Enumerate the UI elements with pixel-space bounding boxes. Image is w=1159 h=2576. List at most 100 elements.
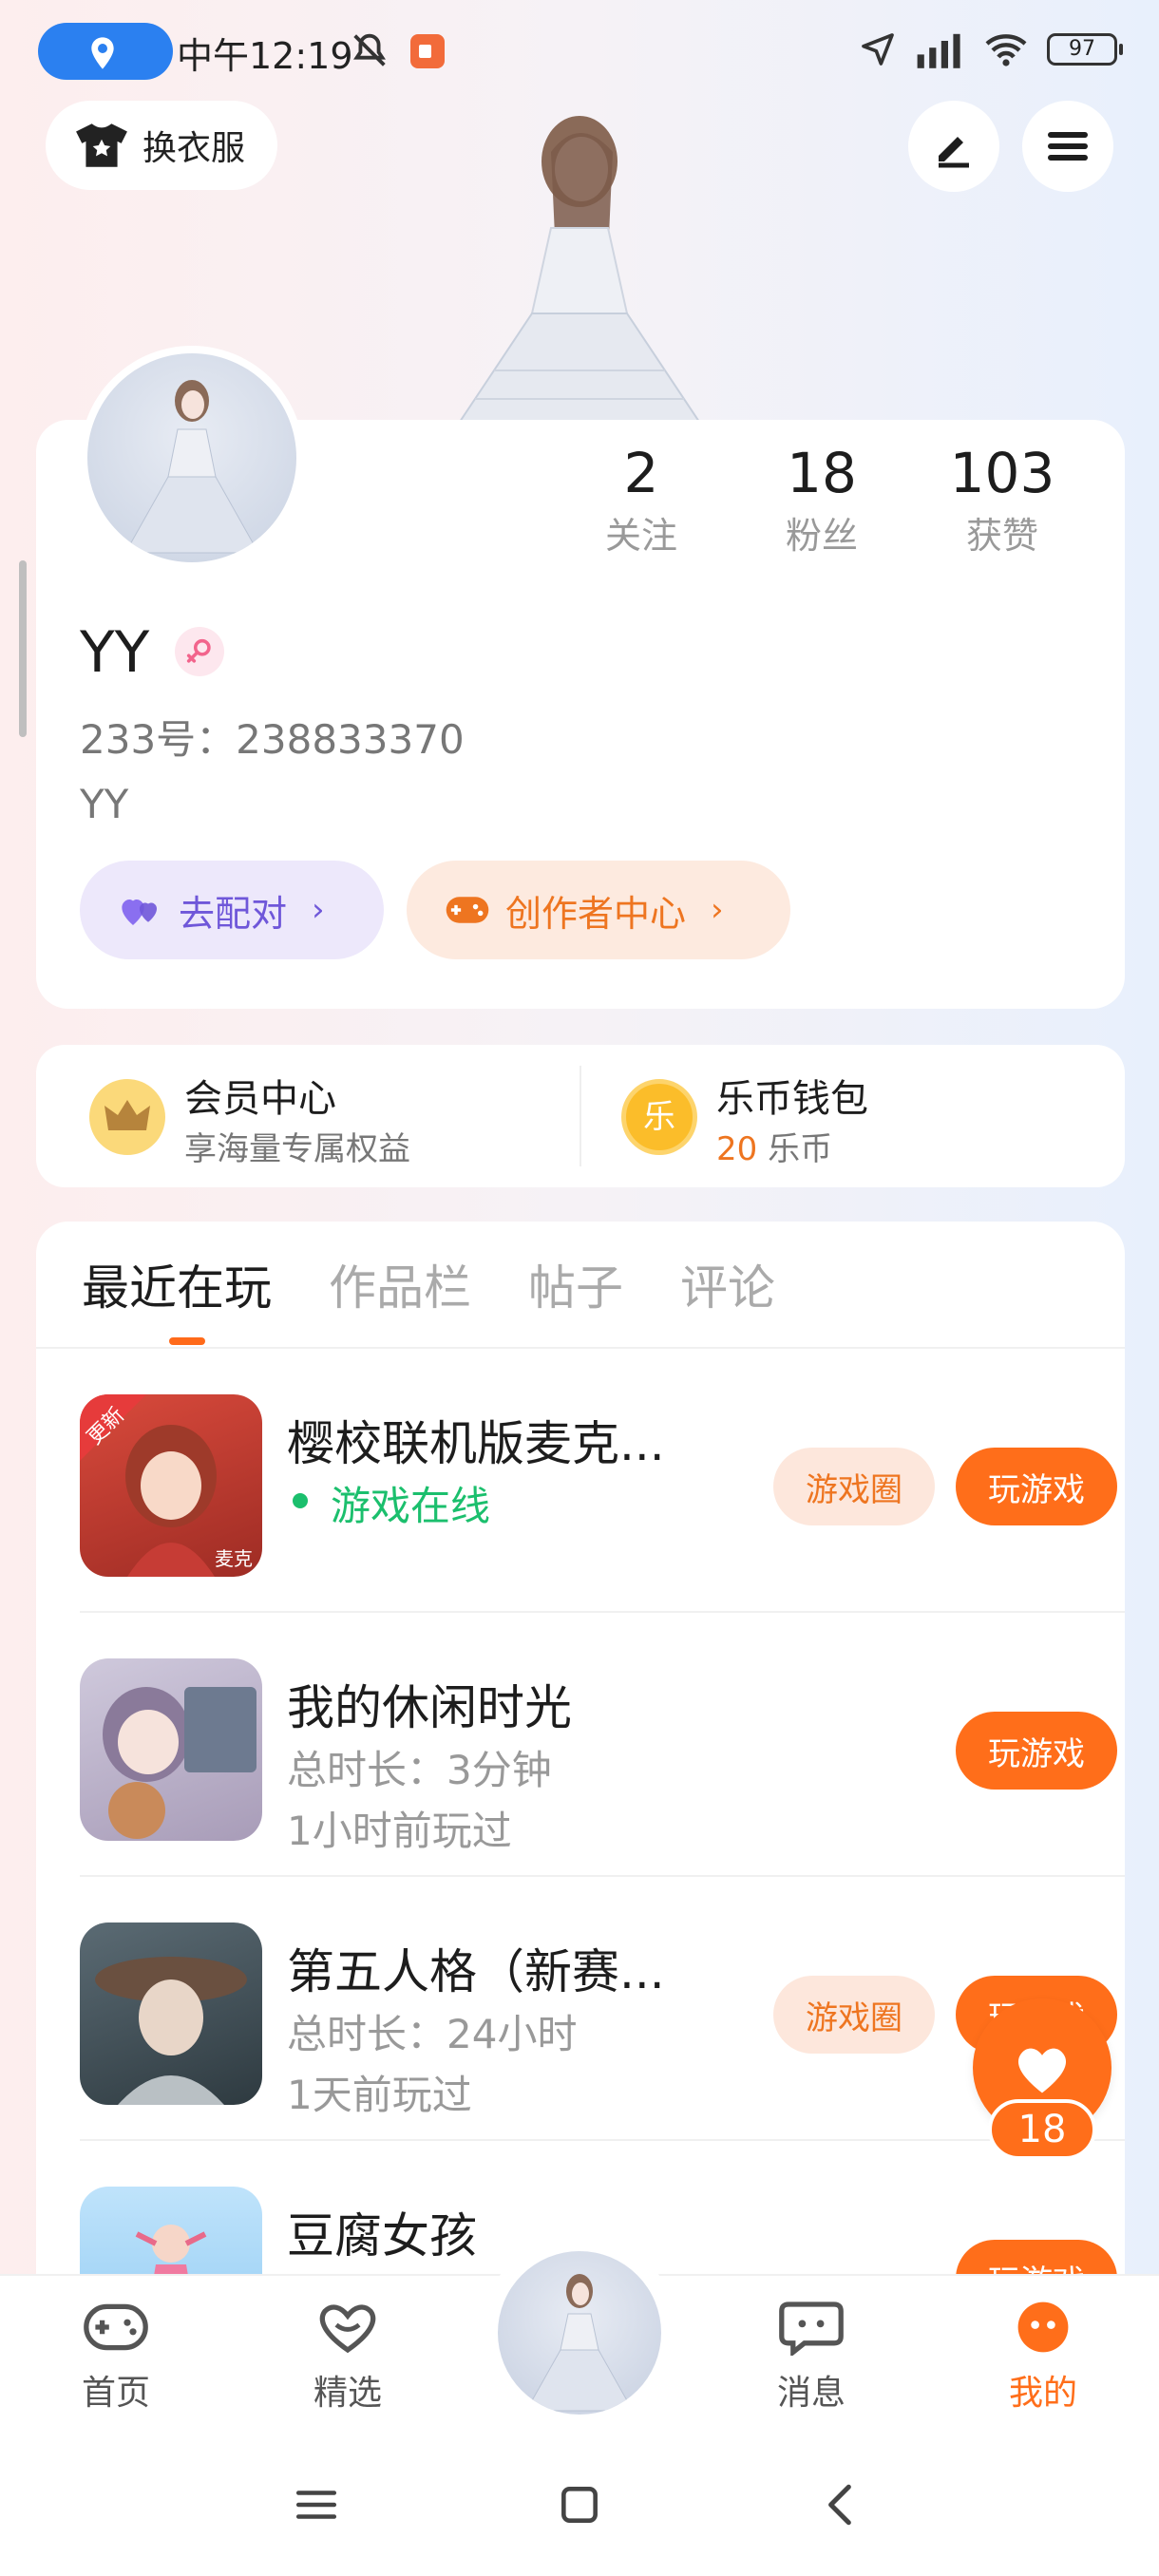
content-card: 最近在玩 作品栏 帖子 评论 更新 麦克 樱校联机版麦克... 游戏在线 游戏圈… — [36, 1222, 1125, 2295]
username: YY — [80, 619, 150, 686]
system-nav-bar — [0, 2443, 1159, 2576]
screen-record-icon — [410, 34, 445, 68]
stat-following[interactable]: 2 关注 — [551, 435, 732, 568]
coin-wallet[interactable]: 乐 乐币钱包 20 乐币 — [581, 1045, 1125, 1187]
member-center-title: 会员中心 — [184, 1077, 336, 1121]
nav-messages[interactable]: 消息 — [735, 2299, 887, 2415]
mute-icon — [353, 33, 386, 66]
profile-stats: 2 关注 18 粉丝 103 获赞 — [551, 435, 1092, 568]
navigation-arrow-icon — [862, 33, 894, 66]
hamburger-menu-icon — [1048, 132, 1088, 161]
stat-following-value: 2 — [623, 441, 659, 505]
back-icon[interactable] — [817, 2481, 864, 2529]
battery-indicator: 97 — [1047, 33, 1123, 66]
nav-featured[interactable]: 精选 — [272, 2299, 424, 2415]
game-icon: 更新 麦克 — [80, 1394, 262, 1577]
edit-profile-button[interactable] — [908, 101, 999, 192]
crown-icon — [89, 1079, 165, 1155]
profile-face-icon — [1017, 2301, 1069, 2353]
creator-center-button[interactable]: 创作者中心 › — [407, 861, 790, 959]
nav-featured-label: 精选 — [313, 2374, 382, 2413]
menu-button[interactable] — [1022, 101, 1113, 192]
gamepad-icon — [446, 897, 489, 923]
avatar[interactable] — [80, 346, 304, 570]
chevron-right-icon: › — [711, 891, 724, 929]
game-icon — [80, 1658, 262, 1841]
character-figure — [454, 116, 705, 427]
home-icon[interactable] — [556, 2481, 603, 2529]
nav-messages-label: 消息 — [776, 2374, 846, 2413]
nav-me[interactable]: 我的 — [967, 2299, 1119, 2415]
coin-icon: 乐 — [621, 1079, 697, 1155]
status-time: 中午12:19 — [177, 35, 353, 77]
user-id: 233号：238833370 — [80, 716, 465, 763]
stat-likes[interactable]: 103 获赞 — [912, 435, 1092, 568]
change-outfit-label: 换衣服 — [142, 129, 246, 168]
coin-unit: 乐币 — [768, 1130, 833, 1168]
coin-count: 20 — [716, 1130, 758, 1168]
nav-home[interactable]: 首页 — [40, 2299, 192, 2415]
list-item[interactable]: 我的休闲时光 总时长：3分钟 1小时前玩过 玩游戏 — [80, 1613, 1125, 1877]
game-duration: 总时长：24小时 — [287, 2011, 578, 2057]
game-title: 豆腐女孩 — [287, 2208, 477, 2263]
avatar-figure — [525, 2274, 634, 2412]
gamepad-icon — [84, 2303, 148, 2351]
content-tabs: 最近在玩 作品栏 帖子 评论 — [82, 1250, 775, 1318]
stat-followers[interactable]: 18 粉丝 — [732, 435, 912, 568]
tab-works[interactable]: 作品栏 — [329, 1250, 471, 1318]
game-circle-button[interactable]: 游戏圈 — [773, 1976, 935, 2054]
stat-followers-value: 18 — [787, 441, 857, 505]
tab-posts[interactable]: 帖子 — [528, 1250, 623, 1318]
heart-outline-icon — [319, 2304, 376, 2354]
nav-me-label: 我的 — [1008, 2374, 1077, 2413]
stat-followers-label: 粉丝 — [785, 515, 858, 557]
stat-following-label: 关注 — [604, 515, 677, 557]
list-item[interactable]: 更新 麦克 樱校联机版麦克... 游戏在线 游戏圈 玩游戏 — [80, 1349, 1125, 1613]
member-center[interactable]: 会员中心 享海量专属权益 — [36, 1045, 580, 1187]
game-circle-button[interactable]: 游戏圈 — [773, 1448, 935, 1525]
heart-icon — [1017, 2048, 1067, 2093]
tab-recent[interactable]: 最近在玩 — [82, 1250, 272, 1318]
game-title: 我的休闲时光 — [287, 1680, 572, 1735]
message-bubble-icon — [779, 2301, 844, 2358]
game-duration: 总时长：3分钟 — [287, 1747, 552, 1793]
pen-icon — [939, 137, 969, 168]
game-title: 樱校联机版麦克... — [287, 1416, 665, 1471]
game-corner-label: 麦克 — [215, 1547, 253, 1570]
coin-wallet-balance: 20 乐币 — [716, 1123, 832, 1169]
game-title: 第五人格（新赛... — [287, 1944, 665, 1999]
game-icon — [80, 1923, 262, 2105]
tab-comments[interactable]: 评论 — [680, 1250, 775, 1318]
location-indicator — [38, 23, 173, 80]
scroll-indicator — [19, 560, 27, 737]
nav-character-avatar[interactable] — [498, 2251, 661, 2415]
coin-wallet-title: 乐币钱包 — [716, 1077, 868, 1121]
coin-icon-glyph: 乐 — [643, 1098, 675, 1136]
stat-likes-value: 103 — [949, 441, 1055, 505]
match-button[interactable]: 去配对 › — [80, 861, 384, 959]
nav-home-label: 首页 — [81, 2374, 150, 2413]
change-outfit-button[interactable]: 换衣服 — [46, 101, 277, 190]
member-center-subtitle: 享海量专属权益 — [184, 1130, 410, 1168]
play-game-button[interactable]: 玩游戏 — [956, 1448, 1117, 1525]
tshirt-icon — [76, 123, 127, 167]
avatar-figure — [124, 380, 259, 554]
wifi-icon — [985, 34, 1027, 66]
game-last-played: 1小时前玩过 — [287, 1808, 512, 1854]
heart-pair-icon — [122, 899, 158, 925]
list-item[interactable]: 第五人格（新赛... 总时长：24小时 1天前玩过 游戏圈 玩游戏 — [80, 1877, 1125, 2141]
user-bio: YY — [80, 781, 129, 827]
play-game-button[interactable]: 玩游戏 — [956, 1712, 1117, 1790]
game-online-status: 游戏在线 — [287, 1474, 490, 1532]
status-bar: 中午12:19 97 — [0, 0, 1159, 95]
creator-center-label: 创作者中心 — [505, 892, 687, 935]
chevron-right-icon: › — [312, 891, 325, 929]
signal-icon — [917, 33, 960, 68]
member-wallet-card: 会员中心 享海量专属权益 乐 乐币钱包 20 乐币 — [36, 1045, 1125, 1187]
female-gender-icon — [175, 627, 224, 676]
like-count-badge: 18 — [988, 2099, 1096, 2160]
location-pin-icon — [91, 37, 114, 69]
recent-apps-icon[interactable] — [293, 2481, 340, 2529]
game-last-played: 1天前玩过 — [287, 2072, 472, 2118]
stat-likes-label: 获赞 — [965, 515, 1038, 557]
